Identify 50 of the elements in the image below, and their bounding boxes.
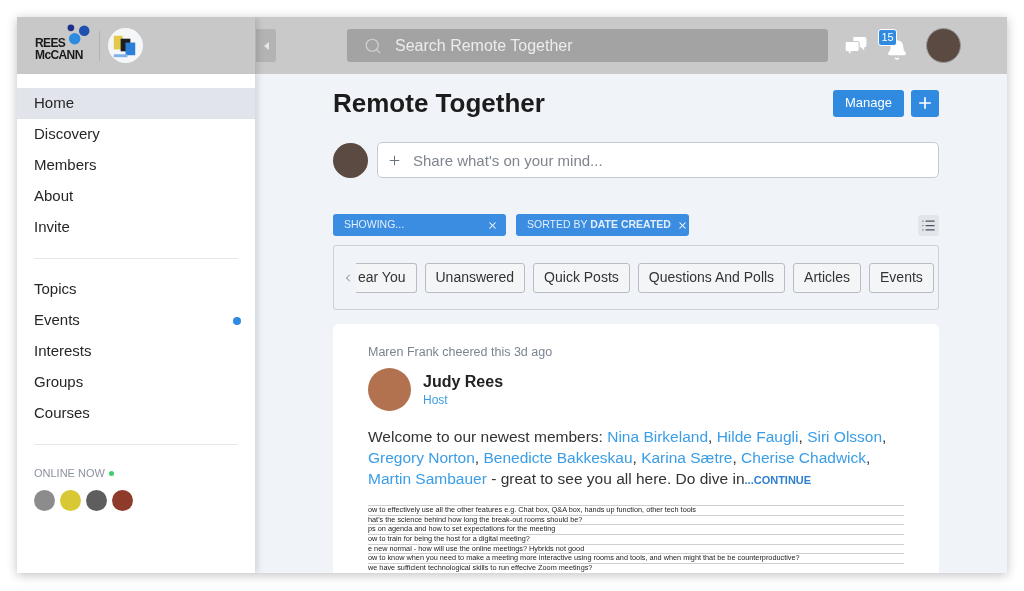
author-avatar[interactable] <box>368 368 411 411</box>
post-activity: Maren Frank cheered this 3d ago <box>368 344 554 360</box>
plus-icon <box>387 152 402 168</box>
add-button[interactable] <box>911 89 939 117</box>
post-type-tab[interactable]: Articles <box>793 262 861 293</box>
post-type-tab[interactable]: ear You <box>356 262 417 293</box>
filter-label: SORTED BY DATE CREATED <box>527 217 671 233</box>
nav-item[interactable]: Discovery <box>17 119 255 150</box>
nav-item[interactable]: Events <box>17 305 255 336</box>
post-type-tab[interactable]: Unanswered <box>424 262 526 293</box>
member-avatar[interactable] <box>112 490 133 511</box>
manage-button[interactable]: Manage <box>833 89 904 117</box>
nav-item[interactable]: Invite <box>17 212 255 243</box>
logo-dots-icon <box>67 23 90 45</box>
caret-left-icon <box>263 41 269 50</box>
page-title: Remote Together <box>333 87 545 119</box>
list-icon <box>921 217 936 233</box>
author-role: Host <box>423 391 449 408</box>
nav-item[interactable]: Topics <box>17 274 255 305</box>
remove-filter-button[interactable] <box>676 219 688 231</box>
community-logo-icon <box>108 28 143 63</box>
member-avatar[interactable] <box>34 490 55 511</box>
nav-item[interactable]: Members <box>17 150 255 181</box>
list-view-button[interactable] <box>918 214 939 236</box>
nav-item[interactable]: Groups <box>17 367 255 398</box>
search-icon <box>364 36 382 55</box>
post-composer-field[interactable]: Share what's on your mind... <box>377 142 939 178</box>
close-icon <box>676 219 688 231</box>
post-body: Welcome to our newest members: Nina Birkeland, Hilde Faugli, Siri Olsson, Gregory Norton, Benedicte Bakkeskau, Karina Sætre, Cherise Chadwick, Martin Sambauer - great to see you all here. Do dive in...CONTINUE <box>368 427 888 489</box>
user-avatar[interactable] <box>926 28 961 63</box>
logo-text: REES McCANN <box>35 36 83 61</box>
post-type-tab[interactable]: Questions And Polls <box>637 262 786 293</box>
collapse-sidebar-button[interactable] <box>256 29 276 62</box>
nav-item[interactable]: Courses <box>17 398 255 429</box>
member-avatar[interactable] <box>86 490 107 511</box>
nav-item[interactable]: Interests <box>17 336 255 367</box>
search-field[interactable]: Search Remote Together <box>347 29 828 62</box>
notification-count-badge: 15 <box>878 28 897 46</box>
post-type-tab[interactable]: Events <box>869 262 934 293</box>
plus-icon <box>916 94 934 112</box>
filter-label: SHOWING... <box>344 217 405 233</box>
close-icon <box>487 219 498 231</box>
author-name[interactable]: Judy Rees <box>423 371 504 392</box>
user-avatar[interactable] <box>333 142 368 178</box>
online-now-label: ONLINE NOW <box>34 467 105 480</box>
remove-filter-button[interactable] <box>487 219 498 231</box>
post-type-tab[interactable]: Quick Posts <box>533 262 630 293</box>
nav-item[interactable]: Home <box>17 88 255 119</box>
nav-item[interactable]: About <box>17 181 255 212</box>
continue-link[interactable]: ...CONTINUE <box>744 474 812 486</box>
